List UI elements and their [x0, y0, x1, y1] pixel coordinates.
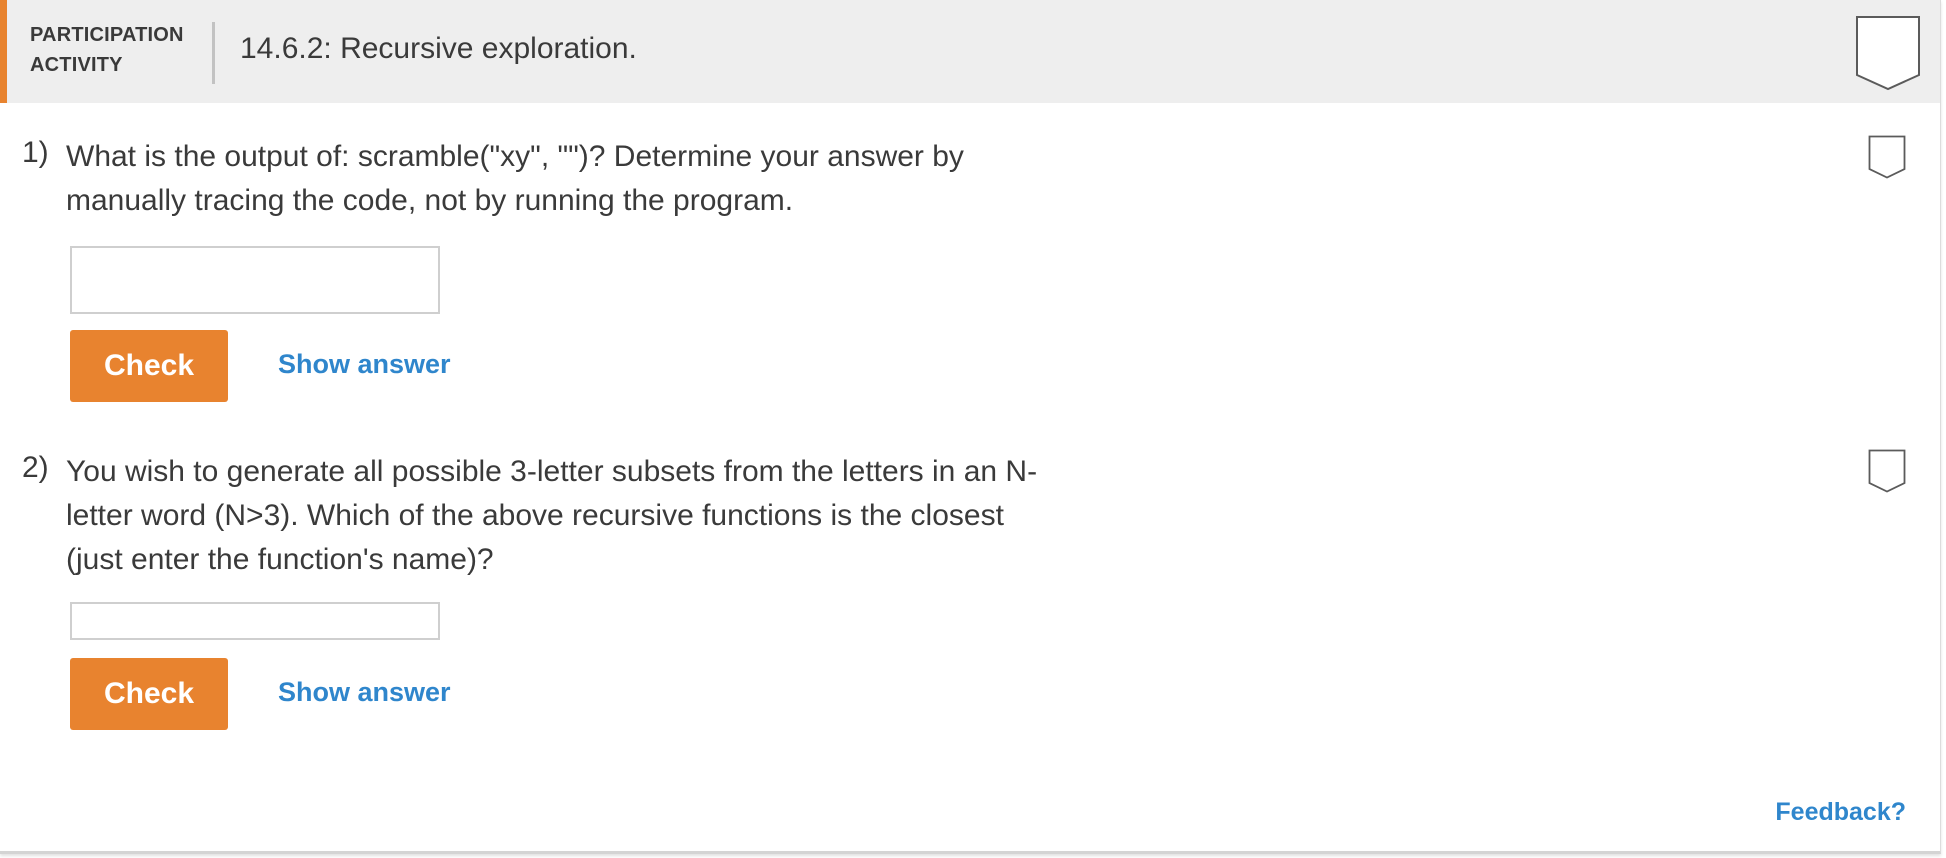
activity-completion-badge-icon	[1856, 16, 1920, 91]
participation-label-line1: PARTICIPATION	[30, 24, 184, 46]
question-1-check-button[interactable]: Check	[70, 330, 228, 402]
feedback-link[interactable]: Feedback?	[1775, 798, 1906, 827]
question-2-number: 2)	[22, 451, 49, 484]
question-1-number: 1)	[22, 136, 49, 169]
question-1-completion-badge-icon	[1868, 135, 1906, 179]
question-1-answer-input[interactable]	[70, 246, 440, 314]
question-2-answer-input[interactable]	[70, 602, 440, 640]
participation-activity-label: PARTICIPATION ACTIVITY	[30, 20, 200, 80]
participation-label-line2: ACTIVITY	[30, 54, 123, 76]
question-2-completion-badge-icon	[1868, 449, 1906, 493]
question-2-check-button[interactable]: Check	[70, 658, 228, 730]
header-divider	[212, 22, 215, 84]
activity-header: PARTICIPATION ACTIVITY 14.6.2: Recursive…	[0, 0, 1940, 103]
question-2-text: You wish to generate all possible 3-lett…	[66, 455, 1038, 576]
activity-title: 14.6.2: Recursive exploration.	[240, 32, 637, 65]
participation-activity-card: PARTICIPATION ACTIVITY 14.6.2: Recursive…	[0, 0, 1941, 854]
question-2-show-answer-link[interactable]: Show answer	[278, 677, 451, 708]
question-1-text: What is the output of: scramble("xy", ""…	[66, 140, 964, 217]
question-1-show-answer-link[interactable]: Show answer	[278, 349, 451, 380]
accent-bar	[0, 0, 7, 103]
